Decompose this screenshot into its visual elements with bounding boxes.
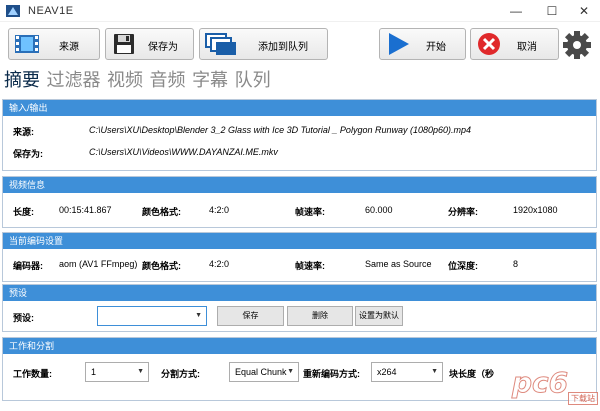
work-split-header: 工作和分割 [3,338,596,354]
toolbar: 来源 保存为 添加到队列 开始 取消 [0,22,600,66]
watermark-logo: pc6 [511,366,569,400]
length-label: 长度: [13,207,34,217]
enc-color-format-value: 4:2:0 [209,259,230,269]
encoding-section: 当前编码设置 编码器: aom (AV1 FFmpeg) 颜色格式: 4:2:0… [2,232,597,282]
encoder-label: 编码器: [13,261,43,271]
add-to-queue-button[interactable]: 添加到队列 [199,28,328,60]
preset-select[interactable]: ▼ [97,306,207,326]
watermark-subtext: 下载站 [568,392,598,405]
split-method-label: 分割方式: [161,369,200,379]
preset-label: 预设: [13,313,34,323]
cancel-button-label: 取消 [517,42,537,53]
tab-filters[interactable]: 过滤器 [47,66,101,92]
save-preset-button[interactable]: 保存 [217,306,284,326]
tab-audio[interactable]: 音频 [150,66,186,92]
preset-header: 预设 [3,285,596,301]
play-icon [389,33,409,55]
add-to-queue-button-label: 添加到队列 [258,42,308,53]
delete-preset-button[interactable]: 删除 [287,306,353,326]
title-bar: NEAV1E — ☐ ✕ [0,0,600,22]
work-split-section: 工作和分割 工作数量: 1 ▼ 分割方式: Equal Chunk ▼ 重新编码… [2,337,597,401]
cancel-x-icon [478,33,500,55]
io-section-header: 输入/输出 [3,100,596,116]
chevron-down-icon: ▼ [195,312,202,319]
enc-color-format-label: 颜色格式: [142,261,181,271]
tab-video[interactable]: 视频 [107,66,143,92]
save-as-button-label: 保存为 [148,42,178,53]
video-info-header: 视频信息 [3,177,596,193]
chunk-length-label: 块长度（秒 [449,369,495,379]
enc-frame-rate-value: Same as Source [365,259,432,269]
close-button[interactable]: ✕ [566,0,600,22]
source-button-label: 来源 [59,42,79,53]
source-path: C:\Users\XU\Desktop\Blender 3_2 Glass wi… [89,125,472,135]
stacked-windows-icon [205,33,236,55]
length-value: 00:15:41.867 [59,205,112,215]
save-as-label: 保存为: [13,149,43,159]
workers-select[interactable]: 1 ▼ [85,362,149,382]
split-method-select[interactable]: Equal Chunk ▼ [229,362,299,382]
cancel-button[interactable]: 取消 [470,28,559,60]
maximize-button[interactable]: ☐ [534,0,570,22]
encoder-value: aom (AV1 FFmpeg) [59,259,138,269]
frame-rate-label: 帧速率: [295,207,325,217]
minimize-button[interactable]: — [498,0,534,22]
gear-icon[interactable] [561,30,593,60]
bit-depth-value: 8 [513,259,519,269]
reencode-method-label: 重新编码方式: [303,369,360,379]
workers-select-value: 1 [91,367,97,377]
chevron-down-icon: ▼ [137,368,144,375]
encoding-header: 当前编码设置 [3,233,596,249]
workers-label: 工作数量: [13,369,52,379]
split-method-select-value: Equal Chunk [235,367,287,377]
window-title: NEAV1E [28,5,74,17]
source-button[interactable]: 来源 [8,28,100,60]
chevron-down-icon: ▼ [431,368,438,375]
set-default-preset-button[interactable]: 设置为默认 [355,306,403,326]
resolution-label: 分辨率: [448,207,478,217]
start-button[interactable]: 开始 [379,28,466,60]
resolution-value: 1920x1080 [513,205,558,215]
tab-queue[interactable]: 队列 [235,66,271,92]
tab-subtitles[interactable]: 字幕 [192,66,228,92]
watermark: pc6 下载站 [511,366,598,406]
preset-section: 预设 预设: ▼ 保存 删除 设置为默认 [2,284,597,332]
reencode-method-select-value: x264 [377,367,397,377]
enc-frame-rate-label: 帧速率: [295,261,325,271]
frame-rate-value: 60.000 [365,205,393,215]
tab-summary[interactable]: 摘要 [4,66,40,92]
save-as-button[interactable]: 保存为 [105,28,194,60]
io-section: 输入/输出 来源: C:\Users\XU\Desktop\Blender 3_… [2,99,597,171]
reencode-method-select[interactable]: x264 ▼ [371,362,443,382]
save-as-path: C:\Users\XU\Videos\WWW.DAYANZAI.ME.mkv [89,147,278,157]
color-format-label: 颜色格式: [142,207,181,217]
color-format-value: 4:2:0 [209,205,230,215]
chevron-down-icon: ▼ [287,368,294,375]
film-icon [15,35,39,53]
nav-tabs: 摘要 过滤器 视频 音频 字幕 队列 [4,66,275,92]
bit-depth-label: 位深度: [448,261,478,271]
video-info-section: 视频信息 长度: 00:15:41.867 颜色格式: 4:2:0 帧速率: 6… [2,176,597,228]
start-button-label: 开始 [426,42,446,53]
app-logo-icon [6,5,20,17]
source-label: 来源: [13,127,34,137]
floppy-disk-icon [114,34,134,54]
